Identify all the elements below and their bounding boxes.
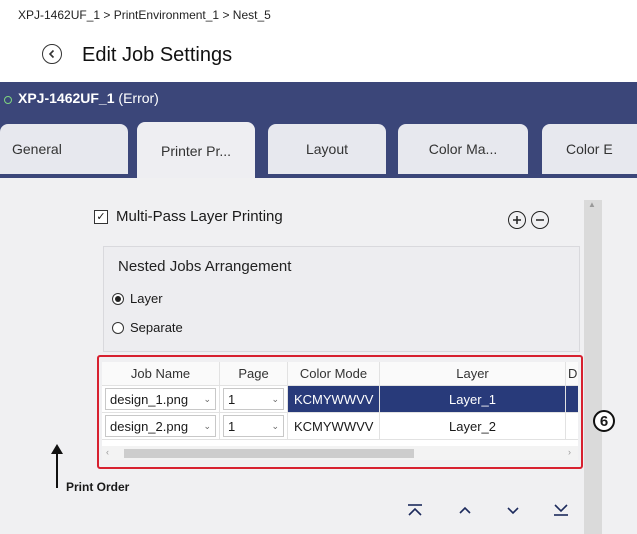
column-header-page[interactable]: Page xyxy=(220,362,288,386)
multipass-checkbox[interactable]: ✓ xyxy=(94,209,108,224)
job-name-dropdown[interactable]: design_2.png ⌄ xyxy=(105,415,216,437)
tab-label: Layout xyxy=(305,141,349,157)
print-order-label: Print Order xyxy=(66,480,130,494)
device-name-text: XPJ-1462UF_1 xyxy=(18,90,115,106)
breadcrumb: XPJ-1462UF_1 > PrintEnvironment_1 > Nest… xyxy=(18,8,271,22)
scroll-thumb[interactable] xyxy=(124,449,414,458)
table-cell-color-mode[interactable]: KCMYWWVV xyxy=(288,413,380,440)
radio-layer-label: Layer xyxy=(130,291,163,306)
table-cell-layer[interactable]: Layer_1 xyxy=(380,386,566,413)
table-row[interactable]: design_1.png ⌄ xyxy=(102,386,220,413)
device-name: XPJ-1462UF_1 (Error) xyxy=(18,90,159,106)
job-name-dropdown[interactable]: design_1.png ⌄ xyxy=(105,388,216,410)
column-header-layer[interactable]: Layer xyxy=(380,362,566,386)
table-cell-color-mode[interactable]: KCMYWWVV xyxy=(288,386,380,413)
chevron-down-icon: ⌄ xyxy=(203,393,211,404)
tab-label: General xyxy=(12,141,62,157)
table-cell-d[interactable] xyxy=(566,386,578,413)
move-to-bottom-icon xyxy=(554,504,568,516)
tab-layout[interactable]: Layout xyxy=(268,124,386,174)
status-dot-icon xyxy=(4,96,12,104)
move-down-button[interactable] xyxy=(503,500,523,520)
minus-icon xyxy=(536,219,544,221)
column-header-job-name[interactable]: Job Name xyxy=(102,362,220,386)
page-value: 1 xyxy=(228,391,236,407)
nested-jobs-title: Nested Jobs Arrangement xyxy=(118,258,292,275)
scroll-left-arrow-icon[interactable]: ‹ xyxy=(106,447,109,457)
page-title: Edit Job Settings xyxy=(82,44,233,66)
back-button[interactable] xyxy=(42,44,62,64)
multipass-checkbox-row[interactable]: ✓ Multi-Pass Layer Printing xyxy=(94,208,283,225)
scroll-right-arrow-icon[interactable]: › xyxy=(568,447,571,457)
radio-separate-label: Separate xyxy=(130,320,183,335)
move-to-top-button[interactable] xyxy=(405,500,425,520)
chevron-left-icon xyxy=(48,49,55,59)
radio-layer-button[interactable] xyxy=(112,292,124,305)
radio-layer[interactable]: Layer xyxy=(112,291,163,306)
chevron-down-icon: ⌄ xyxy=(271,420,279,431)
chevron-down-icon: ⌄ xyxy=(271,393,279,404)
add-button[interactable] xyxy=(508,211,526,229)
column-header-color-mode[interactable]: Color Mode xyxy=(288,362,380,386)
page-dropdown[interactable]: 1 ⌄ xyxy=(223,388,284,410)
chevron-down-icon xyxy=(507,507,519,515)
radio-separate[interactable]: Separate xyxy=(112,320,183,335)
tab-general[interactable]: General xyxy=(0,124,128,174)
job-name-value: design_2.png xyxy=(110,418,189,434)
remove-button[interactable] xyxy=(531,211,549,229)
chevron-up-icon xyxy=(459,506,471,514)
column-header-d[interactable]: D xyxy=(566,362,578,386)
scroll-up-arrow-icon[interactable]: ▲ xyxy=(588,200,596,209)
arrow-up-icon xyxy=(51,444,63,488)
move-to-top-icon xyxy=(408,504,422,516)
horizontal-scrollbar[interactable]: ‹ › xyxy=(102,446,578,460)
radio-separate-button[interactable] xyxy=(112,321,124,334)
plus-icon xyxy=(513,216,521,224)
tab-label: Color E xyxy=(566,141,613,157)
table-cell-page[interactable]: 1 ⌄ xyxy=(220,386,288,413)
callout-badge: 6 xyxy=(593,410,615,432)
tab-printer-properties[interactable]: Printer Pr... xyxy=(137,122,255,180)
page-dropdown[interactable]: 1 ⌄ xyxy=(223,415,284,437)
table-cell-page[interactable]: 1 ⌄ xyxy=(220,413,288,440)
move-to-bottom-button[interactable] xyxy=(551,500,571,520)
job-name-value: design_1.png xyxy=(110,391,189,407)
tab-label: Printer Pr... xyxy=(160,143,232,159)
tab-label: Color Ma... xyxy=(428,141,498,157)
job-table[interactable]: Job Name Page Color Mode Layer D design_… xyxy=(102,362,578,460)
page-value: 1 xyxy=(228,418,236,434)
tab-color-management[interactable]: Color Ma... xyxy=(398,124,528,174)
vertical-scrollbar[interactable] xyxy=(584,200,602,534)
chevron-down-icon: ⌄ xyxy=(203,420,211,431)
tab-color-e[interactable]: Color E xyxy=(542,124,637,174)
table-cell-d[interactable] xyxy=(566,413,578,440)
device-status: (Error) xyxy=(118,90,159,106)
table-cell-layer[interactable]: Layer_2 xyxy=(380,413,566,440)
table-row[interactable]: design_2.png ⌄ xyxy=(102,413,220,440)
move-up-button[interactable] xyxy=(455,500,475,520)
multipass-label: Multi-Pass Layer Printing xyxy=(116,208,283,225)
